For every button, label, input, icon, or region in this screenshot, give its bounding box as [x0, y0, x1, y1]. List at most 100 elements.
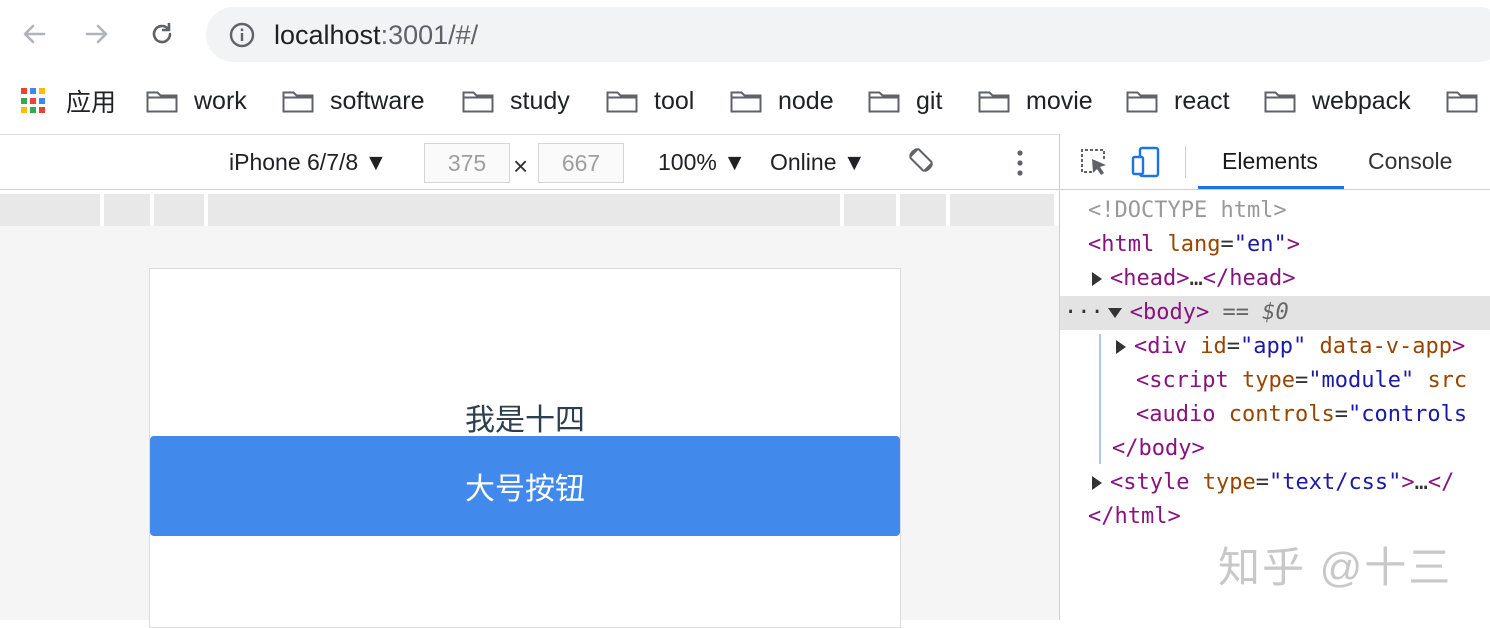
viewport-width-input[interactable]: 375 — [424, 143, 510, 183]
bookmark-label: work — [194, 86, 247, 115]
bookmark-label: 应用 — [66, 89, 117, 117]
large-button[interactable]: 大号按钮 — [150, 436, 900, 536]
zoom-select[interactable]: 100% ▼ — [658, 147, 746, 177]
folder-icon — [978, 91, 1010, 113]
bookmark-label: study — [510, 86, 570, 115]
bookmark-folder-overflow[interactable] — [1446, 84, 1490, 118]
dom-node-doctype[interactable]: <!DOCTYPE html> — [1088, 194, 1287, 228]
node-actions-icon[interactable]: ··· — [1064, 300, 1104, 325]
forward-button[interactable] — [77, 14, 117, 54]
tag-name: style — [1123, 470, 1190, 495]
attr-name: id — [1200, 334, 1227, 359]
url-text[interactable]: localhost:3001/#/ — [274, 19, 478, 51]
dom-node-audio[interactable]: <audio controls="controls — [1136, 398, 1467, 432]
attr-name: controls — [1228, 402, 1335, 427]
dom-node-body-close[interactable]: </body> — [1112, 432, 1205, 466]
inspect-element-icon[interactable] — [1078, 146, 1110, 178]
bookmark-folder-study[interactable]: study — [462, 84, 570, 118]
media-query-bar[interactable] — [0, 194, 100, 226]
folder-icon — [730, 91, 762, 113]
collapse-triangle-icon[interactable] — [1107, 308, 1122, 318]
emulated-page: 我是十四 大号按钮 — [149, 268, 901, 628]
media-query-bar[interactable] — [208, 194, 840, 226]
collapsed-ellipsis: … — [1189, 266, 1203, 291]
selected-var: $0 — [1262, 300, 1289, 325]
tag-name: script — [1149, 368, 1229, 393]
dom-node-body-selected[interactable]: ··· <body> == $0 — [1060, 296, 1490, 330]
network-throttle-select[interactable]: Online ▼ — [770, 147, 866, 177]
bookmark-label: tool — [654, 86, 695, 115]
back-button[interactable] — [14, 14, 54, 54]
bookmark-folder-tool[interactable]: tool — [606, 84, 694, 118]
folder-icon — [1446, 91, 1478, 113]
media-query-bar[interactable] — [900, 194, 946, 226]
reload-icon — [152, 23, 172, 44]
tag-name: body — [1143, 300, 1196, 325]
tag-name: head — [1229, 266, 1283, 291]
attr-value: "en" — [1233, 232, 1287, 257]
expand-triangle-icon[interactable] — [1092, 476, 1102, 490]
dom-node-html[interactable]: <html lang="en"> — [1088, 228, 1300, 262]
bookmarks-bar: 应用 work software study tool node git mov… — [0, 68, 1490, 134]
doctype-text: <!DOCTYPE html> — [1088, 198, 1287, 223]
tag-name: div — [1147, 334, 1187, 359]
tag-name: html — [1114, 504, 1168, 529]
media-query-bar[interactable] — [950, 194, 1054, 226]
attr-value: "controls — [1347, 402, 1468, 427]
attr-name: data-v-app — [1319, 334, 1452, 359]
expand-triangle-icon[interactable] — [1116, 340, 1126, 354]
attr-value: "module" — [1308, 368, 1415, 393]
page-text: 我是十四 — [465, 404, 585, 437]
dom-indent-guide — [1099, 334, 1101, 464]
expand-triangle-icon[interactable] — [1092, 272, 1102, 286]
collapsed-ellipsis: … — [1414, 470, 1428, 495]
viewport-height-input[interactable]: 667 — [538, 143, 624, 183]
dom-node-script[interactable]: <script type="module" src — [1136, 364, 1467, 398]
dom-node-style[interactable]: <style type="text/css">…</ — [1092, 466, 1454, 500]
dom-node-div-app[interactable]: <div id="app" data-v-app> — [1116, 330, 1465, 364]
url-path: :3001/#/ — [380, 20, 479, 50]
arrow-left-icon — [23, 24, 46, 44]
device-select[interactable]: iPhone 6/7/8 ▼ — [229, 147, 387, 177]
rotate-icon[interactable] — [906, 145, 936, 175]
bookmark-apps[interactable]: 应用 — [20, 84, 116, 118]
browser-toolbar: localhost:3001/#/ — [0, 0, 1490, 68]
dom-node-html-close[interactable]: </html> — [1088, 500, 1181, 534]
folder-icon — [282, 91, 314, 113]
bookmark-label: react — [1174, 86, 1230, 115]
device-toolbar: iPhone 6/7/8 ▼ 375 × 667 100% ▼ Online ▼ — [0, 134, 1059, 190]
bookmark-label: software — [330, 86, 425, 115]
more-options-icon[interactable] — [1008, 148, 1032, 178]
apps-grid-icon — [20, 87, 48, 115]
media-query-bar[interactable] — [104, 194, 150, 226]
bookmark-folder-software[interactable]: software — [282, 84, 424, 118]
info-icon[interactable] — [228, 21, 256, 49]
tab-elements[interactable]: Elements — [1222, 146, 1318, 176]
dom-node-head[interactable]: <head>…</head> — [1092, 262, 1295, 296]
watermark: 知乎 @十三 — [1218, 544, 1453, 591]
folder-icon — [462, 91, 494, 113]
folder-icon — [868, 91, 900, 113]
device-toggle-icon[interactable] — [1130, 146, 1162, 178]
dimension-separator: × — [513, 151, 529, 181]
bookmark-label: git — [916, 86, 943, 115]
toolbar-divider — [1185, 146, 1186, 178]
arrow-right-icon — [85, 24, 108, 44]
bookmark-folder-webpack[interactable]: webpack — [1264, 84, 1411, 118]
bookmark-folder-work[interactable]: work — [146, 84, 247, 118]
attr-value: "text/css" — [1268, 470, 1402, 495]
tag-name: body — [1138, 436, 1192, 461]
folder-icon — [1264, 91, 1296, 113]
bookmark-folder-git[interactable]: git — [868, 84, 942, 118]
bookmark-label: node — [778, 86, 834, 115]
media-query-bar[interactable] — [844, 194, 896, 226]
address-bar[interactable]: localhost:3001/#/ — [206, 7, 1490, 62]
bookmark-folder-movie[interactable]: movie — [978, 84, 1093, 118]
reload-button[interactable] — [142, 14, 182, 54]
bookmark-folder-node[interactable]: node — [730, 84, 834, 118]
tab-console[interactable]: Console — [1368, 146, 1452, 176]
attr-name: src — [1427, 368, 1468, 393]
tag-name: html — [1101, 232, 1155, 257]
bookmark-folder-react[interactable]: react — [1126, 84, 1230, 118]
media-query-bar[interactable] — [154, 194, 204, 226]
